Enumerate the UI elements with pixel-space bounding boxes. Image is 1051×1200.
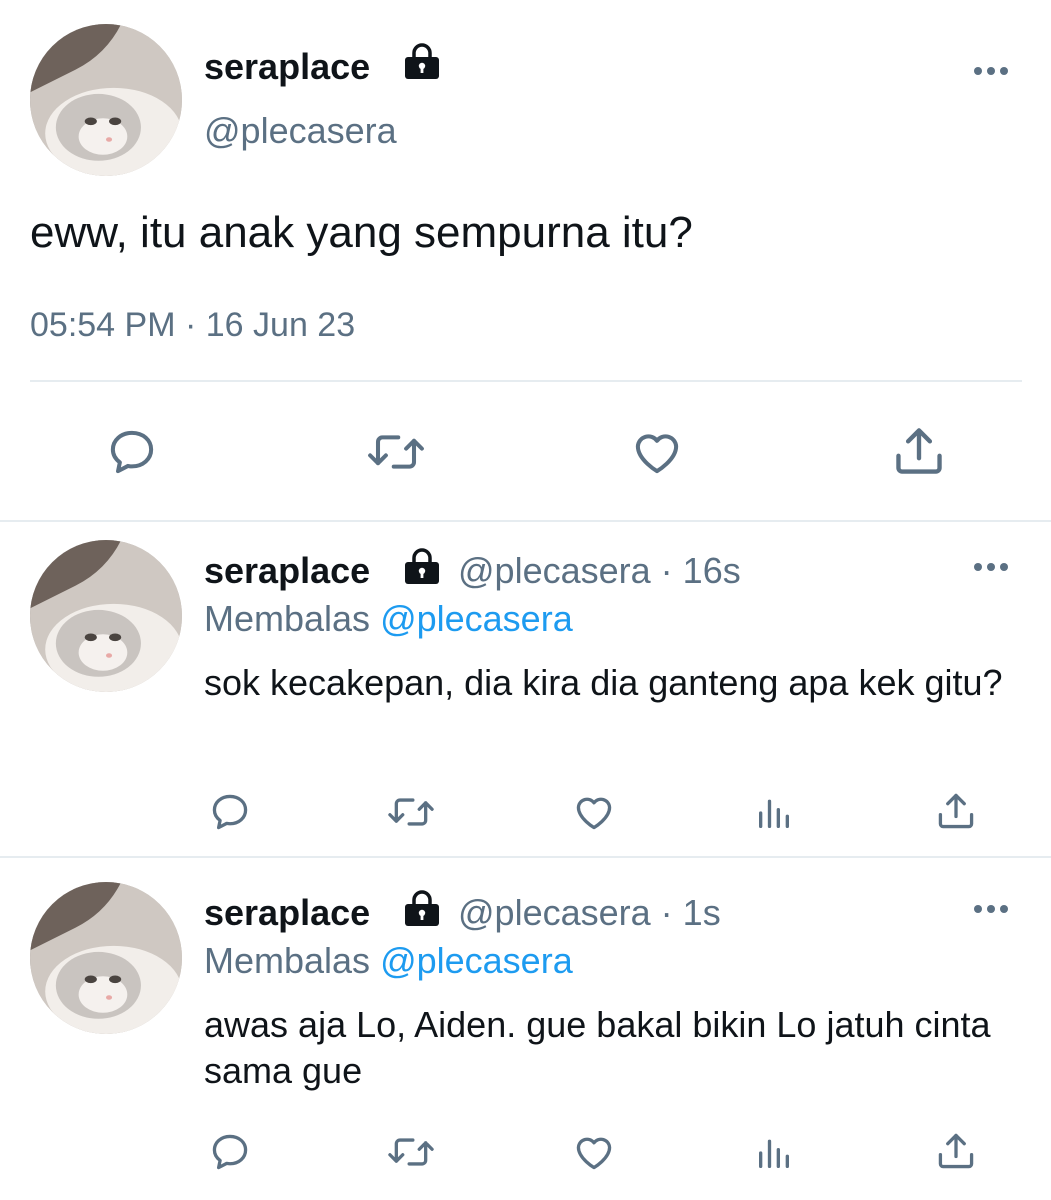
share-icon	[938, 1133, 974, 1169]
tweet-age[interactable]: 16s	[683, 550, 741, 591]
retweet-button[interactable]	[361, 420, 431, 484]
protected-lock-icon	[402, 890, 442, 933]
mention-link[interactable]: @plecasera	[380, 940, 573, 981]
retweet-button[interactable]	[382, 1128, 440, 1176]
like-button[interactable]	[624, 420, 690, 484]
display-name[interactable]: seraplace	[204, 46, 370, 88]
display-name[interactable]: seraplace	[204, 892, 370, 934]
replying-to: Membalas @plecasera	[204, 940, 573, 982]
display-name[interactable]: seraplace	[204, 550, 370, 592]
tweet-text: sok kecakepan, dia kira dia ganteng apa …	[204, 662, 1003, 703]
handle[interactable]: @plecasera	[204, 110, 397, 152]
like-button[interactable]	[567, 1128, 621, 1176]
avatar-cat-photo	[30, 882, 182, 1034]
divider	[30, 380, 1022, 382]
avatar[interactable]	[30, 882, 182, 1034]
reply-icon	[110, 430, 154, 474]
like-icon	[576, 1137, 612, 1170]
analytics-icon	[759, 1139, 789, 1168]
protected-lock-icon	[402, 548, 442, 591]
more-options-icon[interactable]	[972, 64, 1010, 83]
timestamp-separator: ·	[184, 306, 197, 344]
tweet-text: eww, itu anak yang sempurna itu?	[30, 208, 693, 257]
tweet-date: 16 Jun 23	[205, 306, 356, 344]
meta-separator: ·	[660, 550, 673, 591]
mention-link[interactable]: @plecasera	[380, 598, 573, 639]
more-options-icon[interactable]	[972, 902, 1010, 921]
meta-separator: ·	[660, 892, 673, 933]
avatar[interactable]	[30, 24, 182, 176]
protected-lock-icon	[402, 43, 442, 86]
share-button[interactable]	[930, 1126, 982, 1176]
retweet-button[interactable]	[382, 788, 440, 836]
analytics-button[interactable]	[750, 1130, 798, 1176]
avatar[interactable]	[30, 540, 182, 692]
tweet-timestamp[interactable]: 05:54 PM · 16 Jun 23	[30, 306, 355, 345]
like-button[interactable]	[567, 788, 621, 836]
handle[interactable]: @plecasera	[458, 892, 651, 933]
like-icon	[635, 434, 679, 474]
tweet-separator	[0, 520, 1051, 522]
share-button[interactable]	[930, 786, 982, 836]
replying-to: Membalas @plecasera	[204, 598, 573, 640]
handle-and-age: @plecasera · 16s	[458, 550, 741, 592]
analytics-icon	[759, 799, 789, 828]
handle-and-age: @plecasera · 1s	[458, 892, 721, 934]
avatar-cat-photo	[30, 540, 182, 692]
share-icon	[938, 793, 974, 829]
retweet-icon	[388, 1138, 434, 1166]
share-button[interactable]	[886, 418, 952, 484]
share-icon	[896, 428, 942, 474]
avatar-cat-photo	[30, 24, 182, 176]
replying-label: Membalas	[204, 940, 371, 981]
reply-button[interactable]	[204, 788, 256, 836]
more-options-icon[interactable]	[972, 560, 1010, 579]
retweet-icon	[368, 435, 424, 469]
reply-icon	[212, 1134, 248, 1170]
tweet-separator	[0, 856, 1051, 858]
tweet-age[interactable]: 1s	[683, 892, 721, 933]
reply-button[interactable]	[204, 1128, 256, 1176]
tweet-text: awas aja Lo, Aiden. gue bakal bikin Lo j…	[204, 1004, 991, 1091]
like-icon	[576, 797, 612, 830]
reply-icon	[212, 794, 248, 830]
retweet-icon	[388, 798, 434, 826]
replying-label: Membalas	[204, 598, 371, 639]
tweet-time: 05:54 PM	[30, 306, 176, 344]
reply-button[interactable]	[100, 420, 164, 484]
analytics-button[interactable]	[750, 790, 798, 836]
handle[interactable]: @plecasera	[458, 550, 651, 591]
